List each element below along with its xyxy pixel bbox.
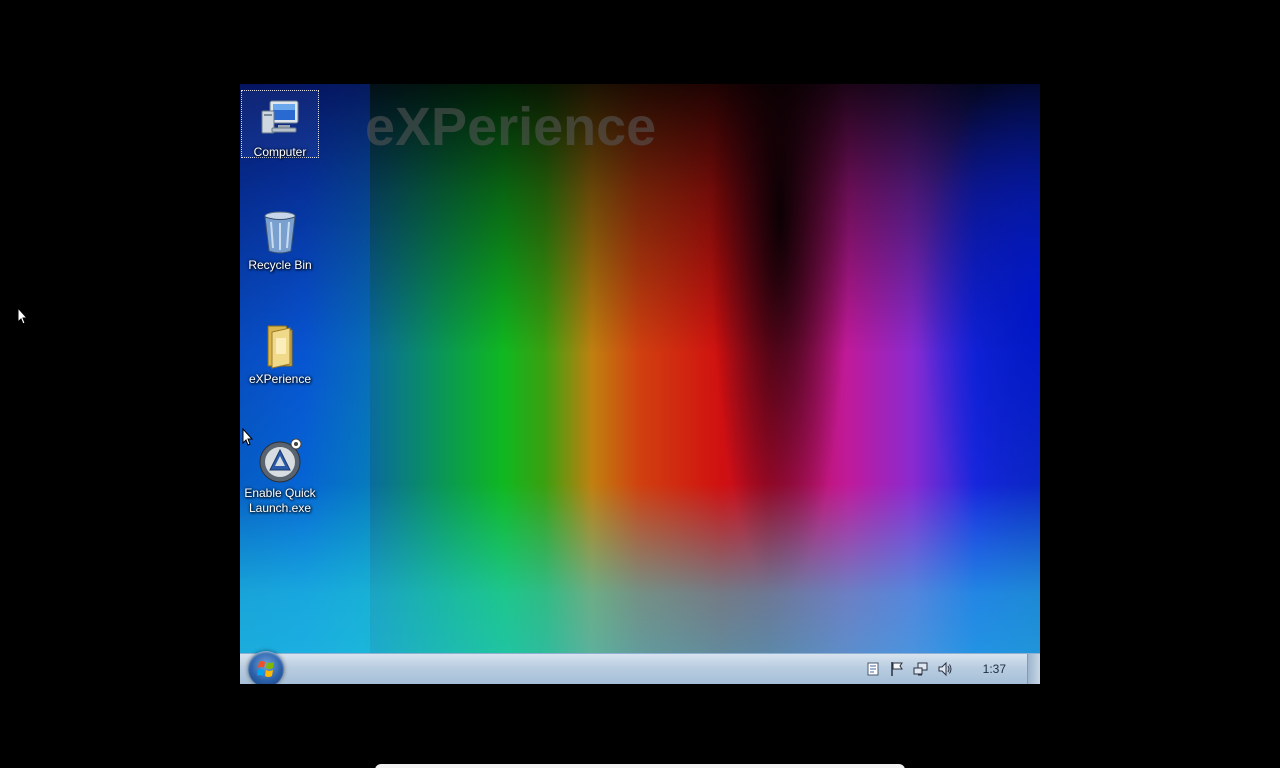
system-tray: 1:37	[861, 654, 1026, 684]
desktop-icon-recycle-bin[interactable]: Recycle Bin	[241, 204, 319, 273]
computer-icon	[261, 100, 299, 134]
desktop-icon-label: Computer	[253, 145, 307, 159]
mouse-cursor-icon	[17, 307, 29, 325]
wallpaper-logo-text: eXPerience	[365, 97, 657, 157]
start-button[interactable]	[248, 651, 284, 684]
document-icon[interactable]	[865, 661, 881, 677]
desktop-icon-label: Recycle Bin	[248, 258, 312, 272]
autoit-icon	[259, 438, 302, 483]
mouse-cursor-icon	[242, 428, 254, 446]
desktop[interactable]: eXPerience Computer Recycle Bin eXPerien…	[240, 84, 1040, 684]
network-icon[interactable]	[913, 661, 929, 677]
taskbar: 1:37	[240, 651, 1040, 684]
recycle-bin-icon	[264, 211, 296, 254]
desktop-icon-computer[interactable]: Computer	[241, 90, 319, 159]
action-center-flag-icon[interactable]	[889, 661, 905, 677]
taskbar-clock[interactable]: 1:37	[983, 662, 1006, 676]
bottom-overlay-bar	[375, 764, 905, 768]
screen: eXPerience Computer Recycle Bin eXPerien…	[0, 0, 1280, 768]
desktop-icon-label: Enable Quick Launch.exe	[244, 486, 316, 515]
windows-orb-icon	[257, 661, 274, 677]
show-desktop-button[interactable]	[1027, 654, 1040, 684]
desktop-icon-experience-folder[interactable]: eXPerience	[241, 318, 319, 387]
volume-icon[interactable]	[937, 661, 953, 677]
folder-icon	[267, 325, 293, 369]
desktop-icon-label: eXPerience	[248, 372, 312, 386]
